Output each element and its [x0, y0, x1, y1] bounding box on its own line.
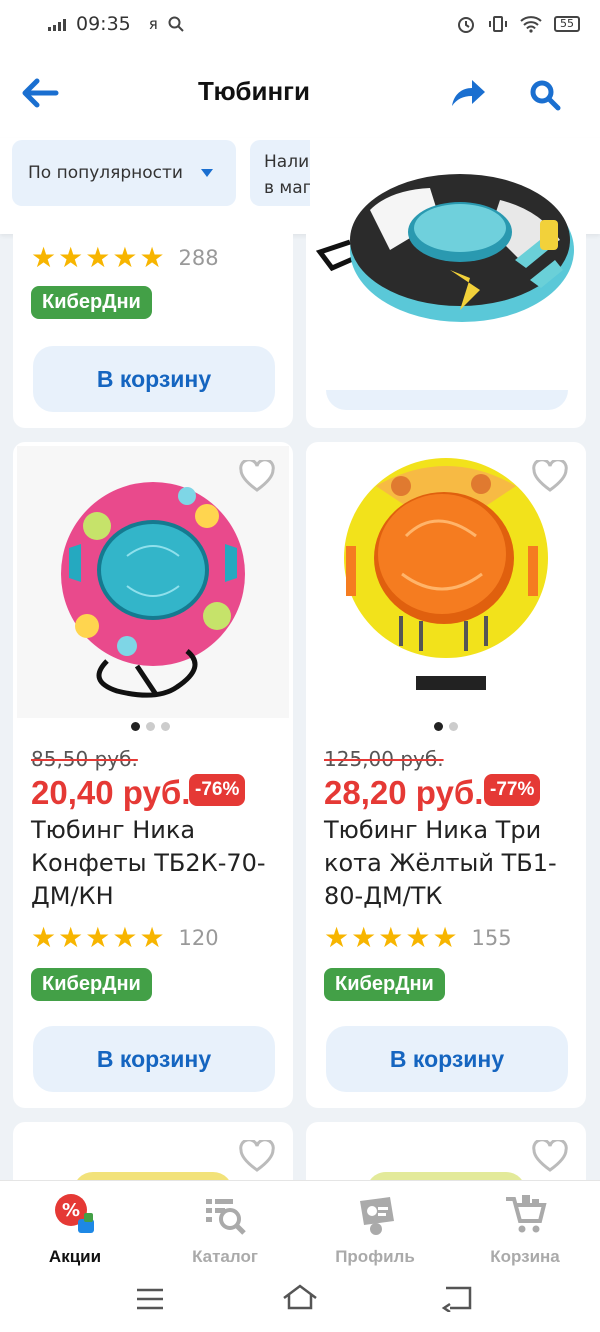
favorite-heart-icon[interactable] — [532, 458, 568, 494]
promo-badge: КиберДни — [324, 968, 445, 1001]
nav-item-catalog[interactable]: Каталог — [150, 1191, 300, 1267]
status-bar: 09:35 я 55 — [0, 0, 600, 48]
nav-label: Профиль — [335, 1247, 415, 1266]
star-icon: ★ — [139, 921, 165, 954]
menu-icon[interactable] — [134, 1286, 166, 1312]
profile-icon — [360, 1197, 394, 1235]
app-header: Тюбинги — [0, 48, 600, 138]
wifi-icon — [520, 16, 542, 33]
sort-dropdown[interactable]: По популярности — [12, 140, 236, 206]
svg-text:%: % — [62, 1200, 80, 1221]
battery-icon: 55 — [554, 16, 580, 32]
chevron-down-icon — [200, 169, 213, 177]
nav-item-profile[interactable]: Профиль — [300, 1191, 450, 1267]
star-icon: ★ — [112, 921, 138, 954]
promo-badge: КиберДни — [31, 968, 152, 1001]
product-name[interactable]: Тюбинг Ника Три кота Жёлтый ТБ1-80-ДМ/ТК — [324, 814, 584, 913]
star-icon: ★ — [85, 921, 111, 954]
rating: ★ ★ ★ ★ ★ 120 — [31, 924, 219, 952]
system-navigation-bar — [0, 1272, 600, 1332]
star-icon: ★ — [405, 921, 431, 954]
image-pagination-dots — [131, 722, 170, 731]
nav-item-cart[interactable]: Корзина — [450, 1191, 600, 1267]
rating: ★ ★ ★ ★ ★ 288 — [31, 244, 219, 272]
star-icon: ★ — [378, 921, 404, 954]
add-to-cart-button[interactable]: В корзину — [33, 1026, 275, 1092]
add-to-cart-button[interactable]: В корзину — [326, 1026, 568, 1092]
image-pagination-dots — [434, 722, 458, 731]
review-count: 120 — [178, 926, 219, 950]
favorite-heart-icon[interactable] — [239, 458, 275, 494]
product-image-tubing-graffiti[interactable] — [310, 140, 586, 390]
back-icon[interactable] — [440, 1284, 474, 1312]
star-icon: ★ — [324, 921, 350, 954]
star-icon: ★ — [351, 921, 377, 954]
product-card[interactable]: 85,50 руб. 20,40 руб. -76% Тюбинг Ника К… — [13, 442, 293, 1108]
current-price: 20,40 руб. — [31, 774, 191, 811]
star-icon: ★ — [58, 921, 84, 954]
star-icon: ★ — [112, 241, 138, 274]
alarm-icon — [458, 17, 474, 33]
carrier-icon: я — [148, 15, 158, 33]
star-icon: ★ — [31, 921, 57, 954]
current-price: 28,20 руб. — [324, 774, 484, 811]
sort-label: По популярности — [28, 163, 183, 183]
old-price: 85,50 руб. — [31, 747, 138, 771]
star-icon: ★ — [139, 241, 165, 274]
star-icon: ★ — [58, 241, 84, 274]
old-price: 125,00 руб. — [324, 747, 444, 771]
product-name[interactable]: Тюбинг Ника Конфеты ТБ2К-70-ДМ/КН — [31, 814, 291, 913]
star-icon: ★ — [31, 241, 57, 274]
share-icon[interactable] — [448, 76, 488, 110]
favorite-heart-icon[interactable] — [239, 1138, 275, 1174]
star-icon: ★ — [85, 241, 111, 274]
rating: ★ ★ ★ ★ ★ 155 — [324, 924, 512, 952]
vibrate-icon — [489, 16, 507, 32]
promo-percent-icon: % — [55, 1194, 94, 1233]
search-icon[interactable] — [528, 78, 564, 112]
home-icon[interactable] — [280, 1282, 320, 1312]
catalog-search-icon — [206, 1199, 246, 1235]
page-title: Тюбинги — [198, 76, 310, 106]
discount-badge: -77% — [484, 774, 541, 806]
review-count: 155 — [471, 926, 512, 950]
promo-badge: КиберДни — [31, 286, 152, 319]
nav-label: Акции — [48, 1247, 102, 1266]
nav-label: Корзина — [490, 1247, 560, 1266]
review-count: 288 — [178, 246, 219, 270]
status-time: 09:35 — [76, 13, 131, 35]
nav-label: Каталог — [192, 1247, 258, 1266]
add-to-cart-button[interactable]: В корзину — [33, 346, 275, 412]
cart-icon — [506, 1195, 547, 1233]
product-card[interactable]: 125,00 руб. 28,20 руб. -77% Тюбинг Ника … — [306, 442, 586, 1108]
nav-item-promotions[interactable]: % Акции — [0, 1191, 150, 1267]
product-card[interactable]: ★ ★ ★ ★ ★ 288 КиберДни В корзину — [13, 234, 293, 428]
bottom-navigation: % Акции Каталог Профиль Корзина — [0, 1180, 600, 1272]
discount-badge: -76% — [189, 774, 246, 806]
search-status-icon — [168, 16, 184, 32]
star-icon: ★ — [432, 921, 458, 954]
favorite-heart-icon[interactable] — [532, 1138, 568, 1174]
signal-icon — [48, 17, 66, 31]
